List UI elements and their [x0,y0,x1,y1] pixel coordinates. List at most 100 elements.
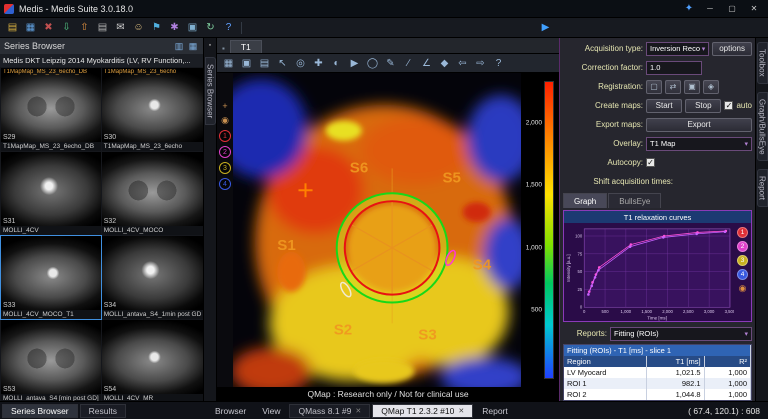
overlay-label: Overlay: [563,139,643,148]
maximize-button[interactable]: ▢ [722,2,742,16]
export-icon[interactable]: ⇧ [76,20,93,36]
movie-icon[interactable]: ▶ [537,20,554,36]
pointer-icon[interactable]: ↖ [274,55,291,71]
zoom-icon[interactable]: ◎ [292,55,309,71]
close-tab-icon[interactable]: ✕ [355,407,361,415]
contour-icon[interactable]: ◯ [364,55,381,71]
save-icon[interactable]: ▦ [220,55,237,71]
legend-roi-3[interactable]: 3 [737,255,748,266]
dock-tab-toolbox[interactable]: Toolbox [757,42,768,84]
column-region[interactable]: Region [564,356,647,367]
app-tab-qmass-8-1-9[interactable]: QMass 8.1 #9✕ [289,404,370,418]
target-icon[interactable]: ◉ [221,115,229,126]
acquisition-type-select[interactable]: Inversion Recovery (T1) ▾ [646,42,709,56]
angle-icon[interactable]: ∠ [418,55,435,71]
series-thumbnail-S32[interactable]: S32MOLLI_4CV_MOCO [102,152,203,235]
close-button[interactable]: ✕ [744,2,764,16]
app-tab-report[interactable]: Report [475,406,515,416]
help-icon[interactable]: ? [220,20,237,36]
series-thumbnail-S54[interactable]: S54MOLLI_4CV_MR [102,320,203,401]
t1-map-image[interactable]: S1S2S3S4S5S6 [233,73,521,387]
viewer-dock-icon[interactable]: ▪ [219,44,228,53]
save-study-icon[interactable]: ▦ [22,20,39,36]
reg-none-button[interactable]: ▢ [646,80,662,94]
tab-t1[interactable]: T1 [230,40,262,53]
next-icon[interactable]: ⇨ [472,55,489,71]
anonymize-icon[interactable]: ☺ [130,20,147,36]
print-icon[interactable]: ▤ [94,20,111,36]
crosshair-icon[interactable]: + [222,101,227,111]
report-row[interactable]: LV Myocard1,021.51,000 [564,367,751,378]
film-icon[interactable]: ▤ [256,55,273,71]
start-button[interactable]: Start [646,99,682,113]
prev-icon[interactable]: ⇦ [454,55,471,71]
close-study-icon[interactable]: ✖ [40,20,57,36]
legend-roi-2[interactable]: 2 [737,241,748,252]
roi-1-button[interactable]: 1 [219,130,231,142]
overlay-select[interactable]: T1 Map ▾ [646,137,752,151]
draw-icon[interactable]: ✎ [382,55,399,71]
roi-4-button[interactable]: 4 [219,178,231,190]
stop-button[interactable]: Stop [685,99,721,113]
cine-icon[interactable]: ▶ [346,55,363,71]
snapshot-icon[interactable]: ◉ [739,283,747,294]
import-icon[interactable]: ⇩ [58,20,75,36]
minimize-button[interactable]: ─ [700,2,720,16]
export-button[interactable]: Export [646,118,752,132]
dock-tab-report[interactable]: Report [757,169,768,207]
reg-translate-button[interactable]: ⇄ [665,80,681,94]
app-tab-view[interactable]: View [255,406,287,416]
tab-bullseye[interactable]: BullsEye [608,193,661,208]
column-r2[interactable]: R² [704,356,750,367]
app-tab-qmap-t1-2-3-2-10[interactable]: QMap T1 2.3.2 #10✕ [372,404,473,418]
auto-checkbox[interactable]: ✓ [724,101,733,110]
help-icon[interactable]: ? [490,55,507,71]
autocopy-checkbox[interactable]: ✓ [646,158,655,167]
tab-results[interactable]: Results [80,404,126,418]
mail-icon[interactable]: ✉ [112,20,129,36]
legend-roi-4[interactable]: 4 [737,269,748,280]
options-button[interactable]: options [712,42,752,56]
close-tab-icon[interactable]: ✕ [458,407,464,415]
layout-icon[interactable]: ▣ [184,20,201,36]
ruler-icon[interactable]: ∕ [400,55,417,71]
marker-icon[interactable]: ◆ [436,55,453,71]
reg-rigid-button[interactable]: ▣ [684,80,700,94]
pin-icon[interactable]: ▪ [209,42,211,49]
roi-2-button[interactable]: 2 [219,146,231,158]
series-thumbnail-S31[interactable]: S31MOLLI_4CV [1,152,101,235]
svg-text:1,500: 1,500 [641,309,652,314]
network-icon[interactable]: ✦ [680,3,698,14]
correction-factor-input[interactable]: 1.0 [646,61,702,75]
series-thumbnail-S30[interactable]: T1MapMap_MS_23_6echoS30T1MapMap_MS_23_6e… [102,68,203,151]
roi-3-button[interactable]: 3 [219,162,231,174]
series-thumbnail-S34[interactable]: S34MOLLI_antava_S4_1min post GD [102,236,203,319]
settings-icon[interactable]: ✱ [166,20,183,36]
app-tab-browser[interactable]: Browser [208,406,253,416]
refresh-icon[interactable]: ↻ [202,20,219,36]
report-row[interactable]: ROI 21,044.81,000 [564,389,751,400]
tab-series-browser[interactable]: Series Browser [2,404,78,418]
legend-roi-1[interactable]: 1 [737,227,748,238]
flag-icon[interactable]: ⚑ [148,20,165,36]
list-view-icon[interactable]: ▦ [187,41,199,52]
svg-text:1,000: 1,000 [621,309,632,314]
tab-graph[interactable]: Graph [563,193,607,208]
column-t1[interactable]: T1 [ms] [647,356,705,367]
reports-select[interactable]: Fitting (ROIs) ▾ [610,327,752,341]
series-thumbnail-S53[interactable]: S53MOLLI_antava_S4 [min post GD] [1,320,101,401]
thumbnail-view-icon[interactable]: ▥ [173,41,185,52]
viewer-tab-bar: ▪ T1 [217,38,559,53]
pan-icon[interactable]: ✚ [310,55,327,71]
series-thumbnail-S29[interactable]: T1MapMap_MS_23_6echo_DBS29T1MapMap_MS_23… [1,68,101,151]
dock-tab-graph-bullseye[interactable]: Graph/BullsEye [757,92,768,162]
open-study-icon[interactable]: ▤ [4,20,21,36]
series-thumbnail-S33[interactable]: S33MOLLI_4CV_MOCO_T1 [1,236,101,319]
report-row[interactable]: ROI 1982.11,000 [564,378,751,389]
svg-text:75: 75 [577,251,582,256]
reg-deform-button[interactable]: ◈ [703,80,719,94]
contrast-icon[interactable]: ◐ [328,55,345,71]
dock-tab-series-browser[interactable]: Series Browser [205,57,216,125]
layout-icon[interactable]: ▣ [238,55,255,71]
t1-curve-plot[interactable]: 05001,0001,5002,0002,5003,0003,500025507… [564,223,734,321]
